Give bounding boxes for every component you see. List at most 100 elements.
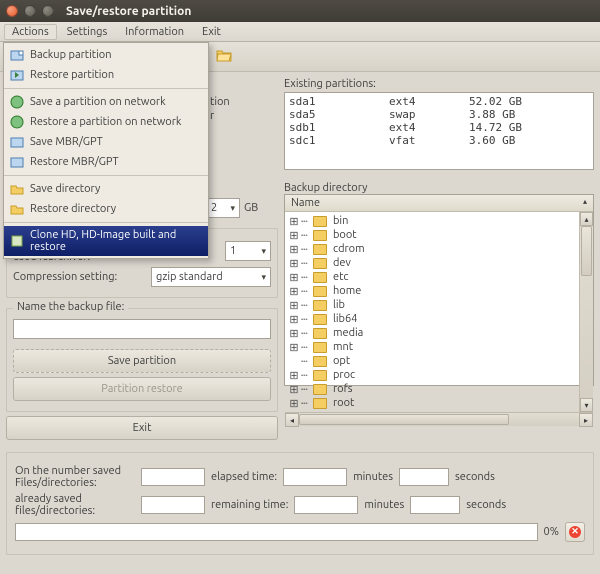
menu-item-label: Restore directory: [30, 203, 116, 215]
tree-item[interactable]: ⊞┄dev: [287, 256, 577, 270]
tree-body[interactable]: ⊞┄bin⊞┄boot⊞┄cdrom⊞┄dev⊞┄etc⊞┄home⊞┄lib⊞…: [285, 212, 579, 412]
tree-header-name: Name: [291, 197, 320, 209]
menu-item-restore-partition[interactable]: Restore partition: [4, 65, 208, 85]
tree-item-label: boot: [333, 229, 357, 241]
tree-item[interactable]: ⊞┄rofs: [287, 382, 577, 396]
folder-icon: [313, 398, 327, 409]
chevron-up-icon: ▴: [583, 197, 587, 209]
window-maximize-button[interactable]: [42, 5, 54, 17]
expand-icon[interactable]: ⊞: [289, 397, 299, 410]
exit-button[interactable]: Exit: [6, 416, 278, 440]
menu-settings[interactable]: Settings: [59, 24, 116, 40]
save-partition-button[interactable]: Save partition: [13, 349, 271, 373]
scroll-down-button[interactable]: ▾: [580, 398, 593, 412]
name-label: Name the backup file:: [13, 301, 128, 313]
expand-icon[interactable]: ⊞: [289, 285, 299, 298]
window-title: Save/restore partition: [66, 5, 191, 18]
scrollbar-h-thumb[interactable]: [299, 414, 509, 425]
tree-item[interactable]: ⊞┄root: [287, 396, 577, 410]
chevron-down-icon: ▾: [230, 203, 235, 214]
menu-actions[interactable]: Actions: [4, 24, 57, 40]
partition-row[interactable]: sda1ext452.02 GB: [289, 95, 589, 108]
compression-value: gzip standard: [156, 271, 223, 283]
menu-item-restore-a-partition-on-network[interactable]: Restore a partition on network: [4, 112, 208, 132]
tree-item[interactable]: ⊞┄cdrom: [287, 242, 577, 256]
menu-item-save-mbr-gpt[interactable]: Save MBR/GPT: [4, 132, 208, 152]
menu-item-icon: [10, 234, 24, 248]
scroll-left-button[interactable]: ◂: [285, 413, 299, 427]
expand-icon[interactable]: ⊞: [289, 383, 299, 396]
expand-icon[interactable]: ⊞: [289, 327, 299, 340]
tree-item-label: root: [333, 397, 354, 409]
partition-row[interactable]: sdb1ext414.72 GB: [289, 121, 589, 134]
actions-dropdown: Backup partitionRestore partition Save a …: [3, 42, 209, 259]
partition-row[interactable]: sdc1vfat3.60 GB: [289, 134, 589, 147]
backup-dir-tree: Name ▴ ⊞┄bin⊞┄boot⊞┄cdrom⊞┄dev⊞┄etc⊞┄hom…: [284, 194, 594, 386]
vertical-scrollbar[interactable]: ▴ ▾: [579, 212, 593, 412]
folder-icon: [313, 216, 327, 227]
tree-item[interactable]: ┄opt: [287, 354, 577, 368]
size-unit: GB: [244, 202, 258, 214]
tree-item[interactable]: ⊞┄home: [287, 284, 577, 298]
expand-icon[interactable]: ⊞: [289, 271, 299, 284]
folder-icon: [313, 272, 327, 283]
expand-icon[interactable]: ⊞: [289, 243, 299, 256]
expand-icon[interactable]: ⊞: [289, 313, 299, 326]
menu-item-restore-directory[interactable]: Restore directory: [4, 199, 208, 219]
tree-item[interactable]: ⊞┄lib: [287, 298, 577, 312]
folder-icon: [313, 286, 327, 297]
menu-information[interactable]: Information: [117, 24, 192, 40]
menu-item-clone-hd-hd-image-built-and-restore[interactable]: Clone HD, HD-Image built and restore: [4, 226, 208, 256]
hidden-label-frag2: r: [210, 110, 214, 122]
compression-combo[interactable]: gzip standard ▾: [151, 267, 271, 287]
seconds-label-2: seconds: [466, 499, 506, 511]
tree-item[interactable]: ⊞┄boot: [287, 228, 577, 242]
tree-item[interactable]: ⊞┄lib64: [287, 312, 577, 326]
menu-exit[interactable]: Exit: [194, 24, 229, 40]
expand-icon[interactable]: ⊞: [289, 229, 299, 242]
folder-open-icon[interactable]: [216, 48, 232, 65]
expand-icon[interactable]: ⊞: [289, 257, 299, 270]
window-minimize-button[interactable]: [24, 5, 36, 17]
menu-item-icon: [10, 115, 24, 129]
procs-spinner[interactable]: 1 ▾: [225, 241, 271, 261]
cancel-button[interactable]: ✕: [565, 522, 585, 542]
expand-icon[interactable]: ⊞: [289, 299, 299, 312]
menu-item-label: Save a partition on network: [30, 96, 166, 108]
menubar: Actions Settings Information Exit: [0, 22, 600, 42]
window-close-button[interactable]: [6, 5, 18, 17]
menu-item-icon: [10, 48, 24, 62]
menu-item-save-a-partition-on-network[interactable]: Save a partition on network: [4, 92, 208, 112]
scrollbar-track[interactable]: [580, 226, 593, 398]
expand-icon[interactable]: ⊞: [289, 215, 299, 228]
partition-restore-button[interactable]: Partition restore: [13, 377, 271, 401]
backup-name-input[interactable]: [13, 319, 271, 339]
tree-item[interactable]: ⊞┄etc: [287, 270, 577, 284]
tree-item[interactable]: ⊞┄proc: [287, 368, 577, 382]
scroll-up-button[interactable]: ▴: [580, 212, 593, 226]
partitions-list[interactable]: sda1ext452.02 GBsda5swap3.88 GBsdb1ext41…: [284, 92, 594, 170]
menu-item-backup-partition[interactable]: Backup partition: [4, 45, 208, 65]
tree-item-label: lib: [333, 299, 345, 311]
tree-item[interactable]: ⊞┄mnt: [287, 340, 577, 354]
folder-icon: [313, 342, 327, 353]
scrollbar-h-track[interactable]: [299, 413, 579, 426]
minutes-label-1: minutes: [353, 471, 393, 483]
scrollbar-thumb[interactable]: [581, 226, 592, 276]
partition-row[interactable]: sda5swap3.88 GB: [289, 108, 589, 121]
tree-header[interactable]: Name ▴: [285, 195, 593, 212]
tree-item-label: lib64: [333, 313, 357, 325]
menu-item-save-directory[interactable]: Save directory: [4, 179, 208, 199]
tree-item-label: etc: [333, 271, 349, 283]
expand-icon[interactable]: ⊞: [289, 341, 299, 354]
tree-item[interactable]: ⊞┄bin: [287, 214, 577, 228]
horizontal-scrollbar[interactable]: ◂ ▸: [285, 412, 593, 426]
seconds-label-1: seconds: [455, 471, 495, 483]
menu-item-restore-mbr-gpt[interactable]: Restore MBR/GPT: [4, 152, 208, 172]
expand-icon[interactable]: ⊞: [289, 369, 299, 382]
tree-item-label: home: [333, 285, 361, 297]
scroll-right-button[interactable]: ▸: [579, 413, 593, 427]
tree-item[interactable]: ⊞┄media: [287, 326, 577, 340]
size-spinner[interactable]: 2 ▾: [206, 198, 240, 218]
name-group: Name the backup file: Save partition Par…: [6, 308, 278, 412]
